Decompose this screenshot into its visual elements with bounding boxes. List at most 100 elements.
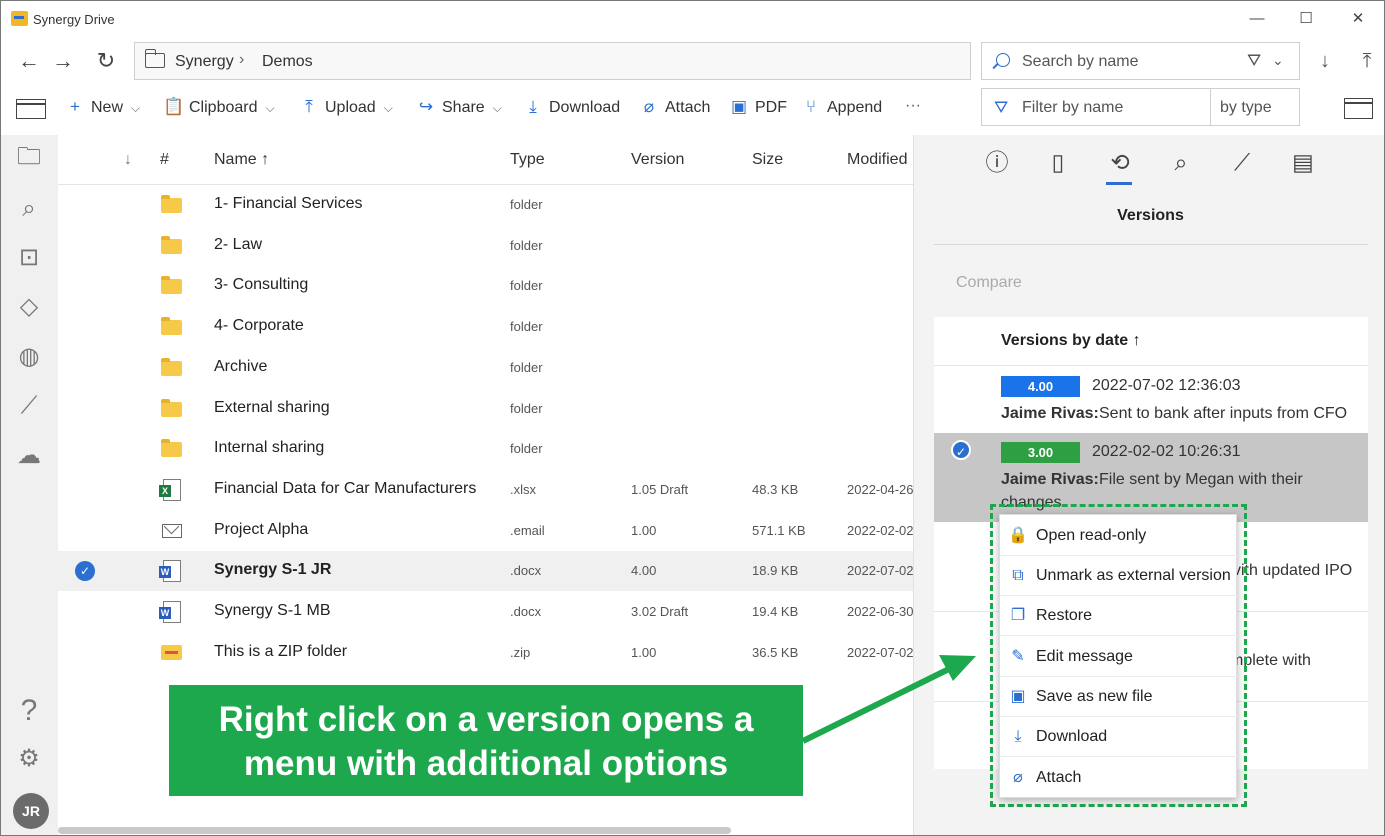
chevron-down-icon[interactable]: ⌄ xyxy=(1272,52,1284,69)
sort-download-icon[interactable]: ↓ xyxy=(124,151,132,169)
version-item[interactable]: 4.00 2022-07-02 12:36:03 Jaime Rivas: Se… xyxy=(934,366,1368,433)
chart-panel-icon[interactable]: ⟋ xyxy=(1224,145,1260,179)
plus-icon: + xyxy=(70,97,80,116)
document-icon[interactable]: ▯ xyxy=(1040,145,1076,179)
clipboard-label: Clipboard xyxy=(189,99,258,116)
check-icon[interactable]: ✓ xyxy=(75,561,95,582)
filter-type-input[interactable]: by type xyxy=(1220,99,1272,117)
settings-gear-icon[interactable]: ⚙ xyxy=(13,743,45,775)
append-button[interactable]: ⑂ Append xyxy=(801,97,882,123)
back-arrow-icon[interactable]: ← xyxy=(14,45,44,77)
chevron-down-icon: ⌵ xyxy=(131,101,141,115)
maximize-button[interactable]: ☐ xyxy=(1294,7,1318,31)
header-type[interactable]: Type xyxy=(510,151,545,169)
forward-arrow-icon[interactable]: → xyxy=(48,45,78,77)
menu-restore[interactable]: ❐ Restore xyxy=(1000,596,1238,636)
filter-divider xyxy=(1210,89,1211,125)
table-row[interactable]: 4- Corporate folder xyxy=(58,307,913,347)
tag-nav-icon[interactable]: ◇ xyxy=(13,291,45,323)
version-badge: 4.00 xyxy=(1001,376,1080,397)
close-button[interactable]: ✕ xyxy=(1346,7,1370,31)
attach-label: Attach xyxy=(665,99,711,116)
clipboard-button[interactable]: 📋 Clipboard ⌵ xyxy=(163,97,275,123)
compare-button[interactable]: Compare xyxy=(956,274,1022,292)
table-row[interactable]: W Synergy S-1 MB .docx 3.02 Draft 19.4 KB 202… xyxy=(58,592,913,632)
file-version: 1.00 xyxy=(631,644,657,660)
menu-unmark-external[interactable]: ⧉ Unmark as external version xyxy=(1000,556,1238,596)
table-row[interactable]: 2- Law folder xyxy=(58,226,913,266)
callout-line-2: menu with additional options xyxy=(243,744,729,783)
table-row[interactable]: 1- Financial Services folder xyxy=(58,185,913,225)
chevron-right-icon: › xyxy=(239,51,245,68)
word-badge: W xyxy=(159,566,171,579)
search-panel-icon[interactable]: ⌕ xyxy=(1163,145,1199,179)
download-sort-icon[interactable]: ↓ xyxy=(1311,45,1339,77)
cloud-download-nav-icon[interactable]: ☁ xyxy=(13,440,45,472)
table-row[interactable]: ✓ W Synergy S-1 JR .docx 4.00 18.9 KB 2022-07-… xyxy=(58,551,913,592)
breadcrumb-synergy[interactable]: Synergy xyxy=(175,53,234,71)
folder-icon xyxy=(144,49,165,68)
menu-label: Download xyxy=(1036,728,1108,745)
search-input[interactable]: Search by name xyxy=(1022,53,1139,71)
attach-button[interactable]: ⌀ Attach xyxy=(639,97,710,123)
header-version[interactable]: Version xyxy=(631,151,684,169)
table-row[interactable]: Archive folder xyxy=(58,348,913,388)
header-number[interactable]: # xyxy=(160,151,169,169)
app-window: Synergy Drive — ☐ ✕ ← → ↻ Synergy › Demo… xyxy=(0,0,1385,836)
table-row[interactable]: External sharing folder xyxy=(58,389,913,429)
header-name[interactable]: Name ↑ xyxy=(214,151,269,169)
table-row[interactable]: X Financial Data for Car Manufacturers .xl… xyxy=(58,470,913,510)
chevron-down-icon: ⌵ xyxy=(492,101,502,115)
paperclip-icon: ⌀ xyxy=(1013,769,1023,786)
table-row[interactable]: Internal sharing folder xyxy=(58,429,913,469)
file-type: .docx xyxy=(510,604,542,619)
minimize-button[interactable]: — xyxy=(1245,7,1269,31)
avatar[interactable]: JR xyxy=(13,793,49,829)
download-button[interactable]: ⤓ Download xyxy=(523,97,620,123)
versions-header[interactable]: Versions by date ↑ xyxy=(1001,332,1141,350)
upload-button[interactable]: ⤒ Upload ⌵ xyxy=(299,97,393,123)
file-version: 4.00 xyxy=(631,563,657,579)
new-button[interactable]: + New ⌵ xyxy=(65,97,140,123)
menu-edit-message[interactable]: ✎ Edit message xyxy=(1000,637,1238,677)
share-button[interactable]: ↪ Share ⌵ xyxy=(416,97,502,123)
upload-top-icon[interactable]: ⤒ xyxy=(1353,45,1381,77)
table-row[interactable]: Project Alpha .email 1.00 571.1 KB 2022-02-0… xyxy=(58,511,913,551)
header-modified[interactable]: Modified xyxy=(847,151,907,169)
clipboard-panel-icon[interactable]: ▤ xyxy=(1285,145,1321,179)
address-bar[interactable]: Synergy › Demos xyxy=(134,42,971,80)
upload-icon: ⤒ xyxy=(305,97,313,116)
table-row[interactable]: 3- Consulting folder xyxy=(58,266,913,306)
globe-nav-icon[interactable]: ◍ xyxy=(13,341,45,373)
file-name: Synergy S-1 JR xyxy=(214,561,332,579)
chart-nav-icon[interactable]: ⟋ xyxy=(13,390,45,422)
menu-attach[interactable]: ⌀ Attach xyxy=(1000,758,1238,798)
info-icon[interactable]: ⓘ xyxy=(979,145,1015,179)
breadcrumb-demos[interactable]: Demos xyxy=(262,53,313,71)
menu-label: Attach xyxy=(1036,769,1082,786)
right-panel-toggle-icon[interactable] xyxy=(1344,98,1373,119)
help-icon[interactable]: ? xyxy=(13,695,45,727)
lock-file-icon: 🔒 xyxy=(1008,527,1028,544)
version-history-icon[interactable]: ⟲ xyxy=(1102,145,1138,179)
email-icon xyxy=(162,523,182,538)
filter-box[interactable]: ⛛ Filter by name by type xyxy=(981,88,1300,126)
menu-save-as-new-file[interactable]: ▣ Save as new file xyxy=(1000,677,1238,717)
refresh-icon[interactable]: ↻ xyxy=(91,45,121,77)
chevron-down-icon: ⌵ xyxy=(383,101,393,115)
filter-name-input[interactable]: Filter by name xyxy=(1022,99,1123,117)
filter-clear-icon[interactable]: ⛛ xyxy=(1247,51,1261,71)
folder-nav-icon[interactable]: 🗀 xyxy=(13,141,45,173)
folder-search-nav-icon[interactable]: ⊡ xyxy=(13,242,45,274)
search-box[interactable]: Search by name ⛛ ⌄ xyxy=(981,42,1300,80)
search-nav-icon[interactable]: ⌕ xyxy=(13,193,45,225)
table-row[interactable]: This is a ZIP folder .zip 1.00 36.5 KB 2022-… xyxy=(58,633,913,673)
horizontal-scrollbar[interactable] xyxy=(58,827,731,834)
append-icon: ⑂ xyxy=(805,97,817,116)
more-button[interactable]: ··· xyxy=(905,97,921,123)
menu-download[interactable]: ⤓ Download xyxy=(1000,717,1238,757)
pdf-button[interactable]: ▣ PDF xyxy=(729,97,787,123)
header-size[interactable]: Size xyxy=(752,151,783,169)
menu-open-read-only[interactable]: 🔒 Open read-only xyxy=(1000,516,1238,556)
append-label: Append xyxy=(827,99,883,116)
